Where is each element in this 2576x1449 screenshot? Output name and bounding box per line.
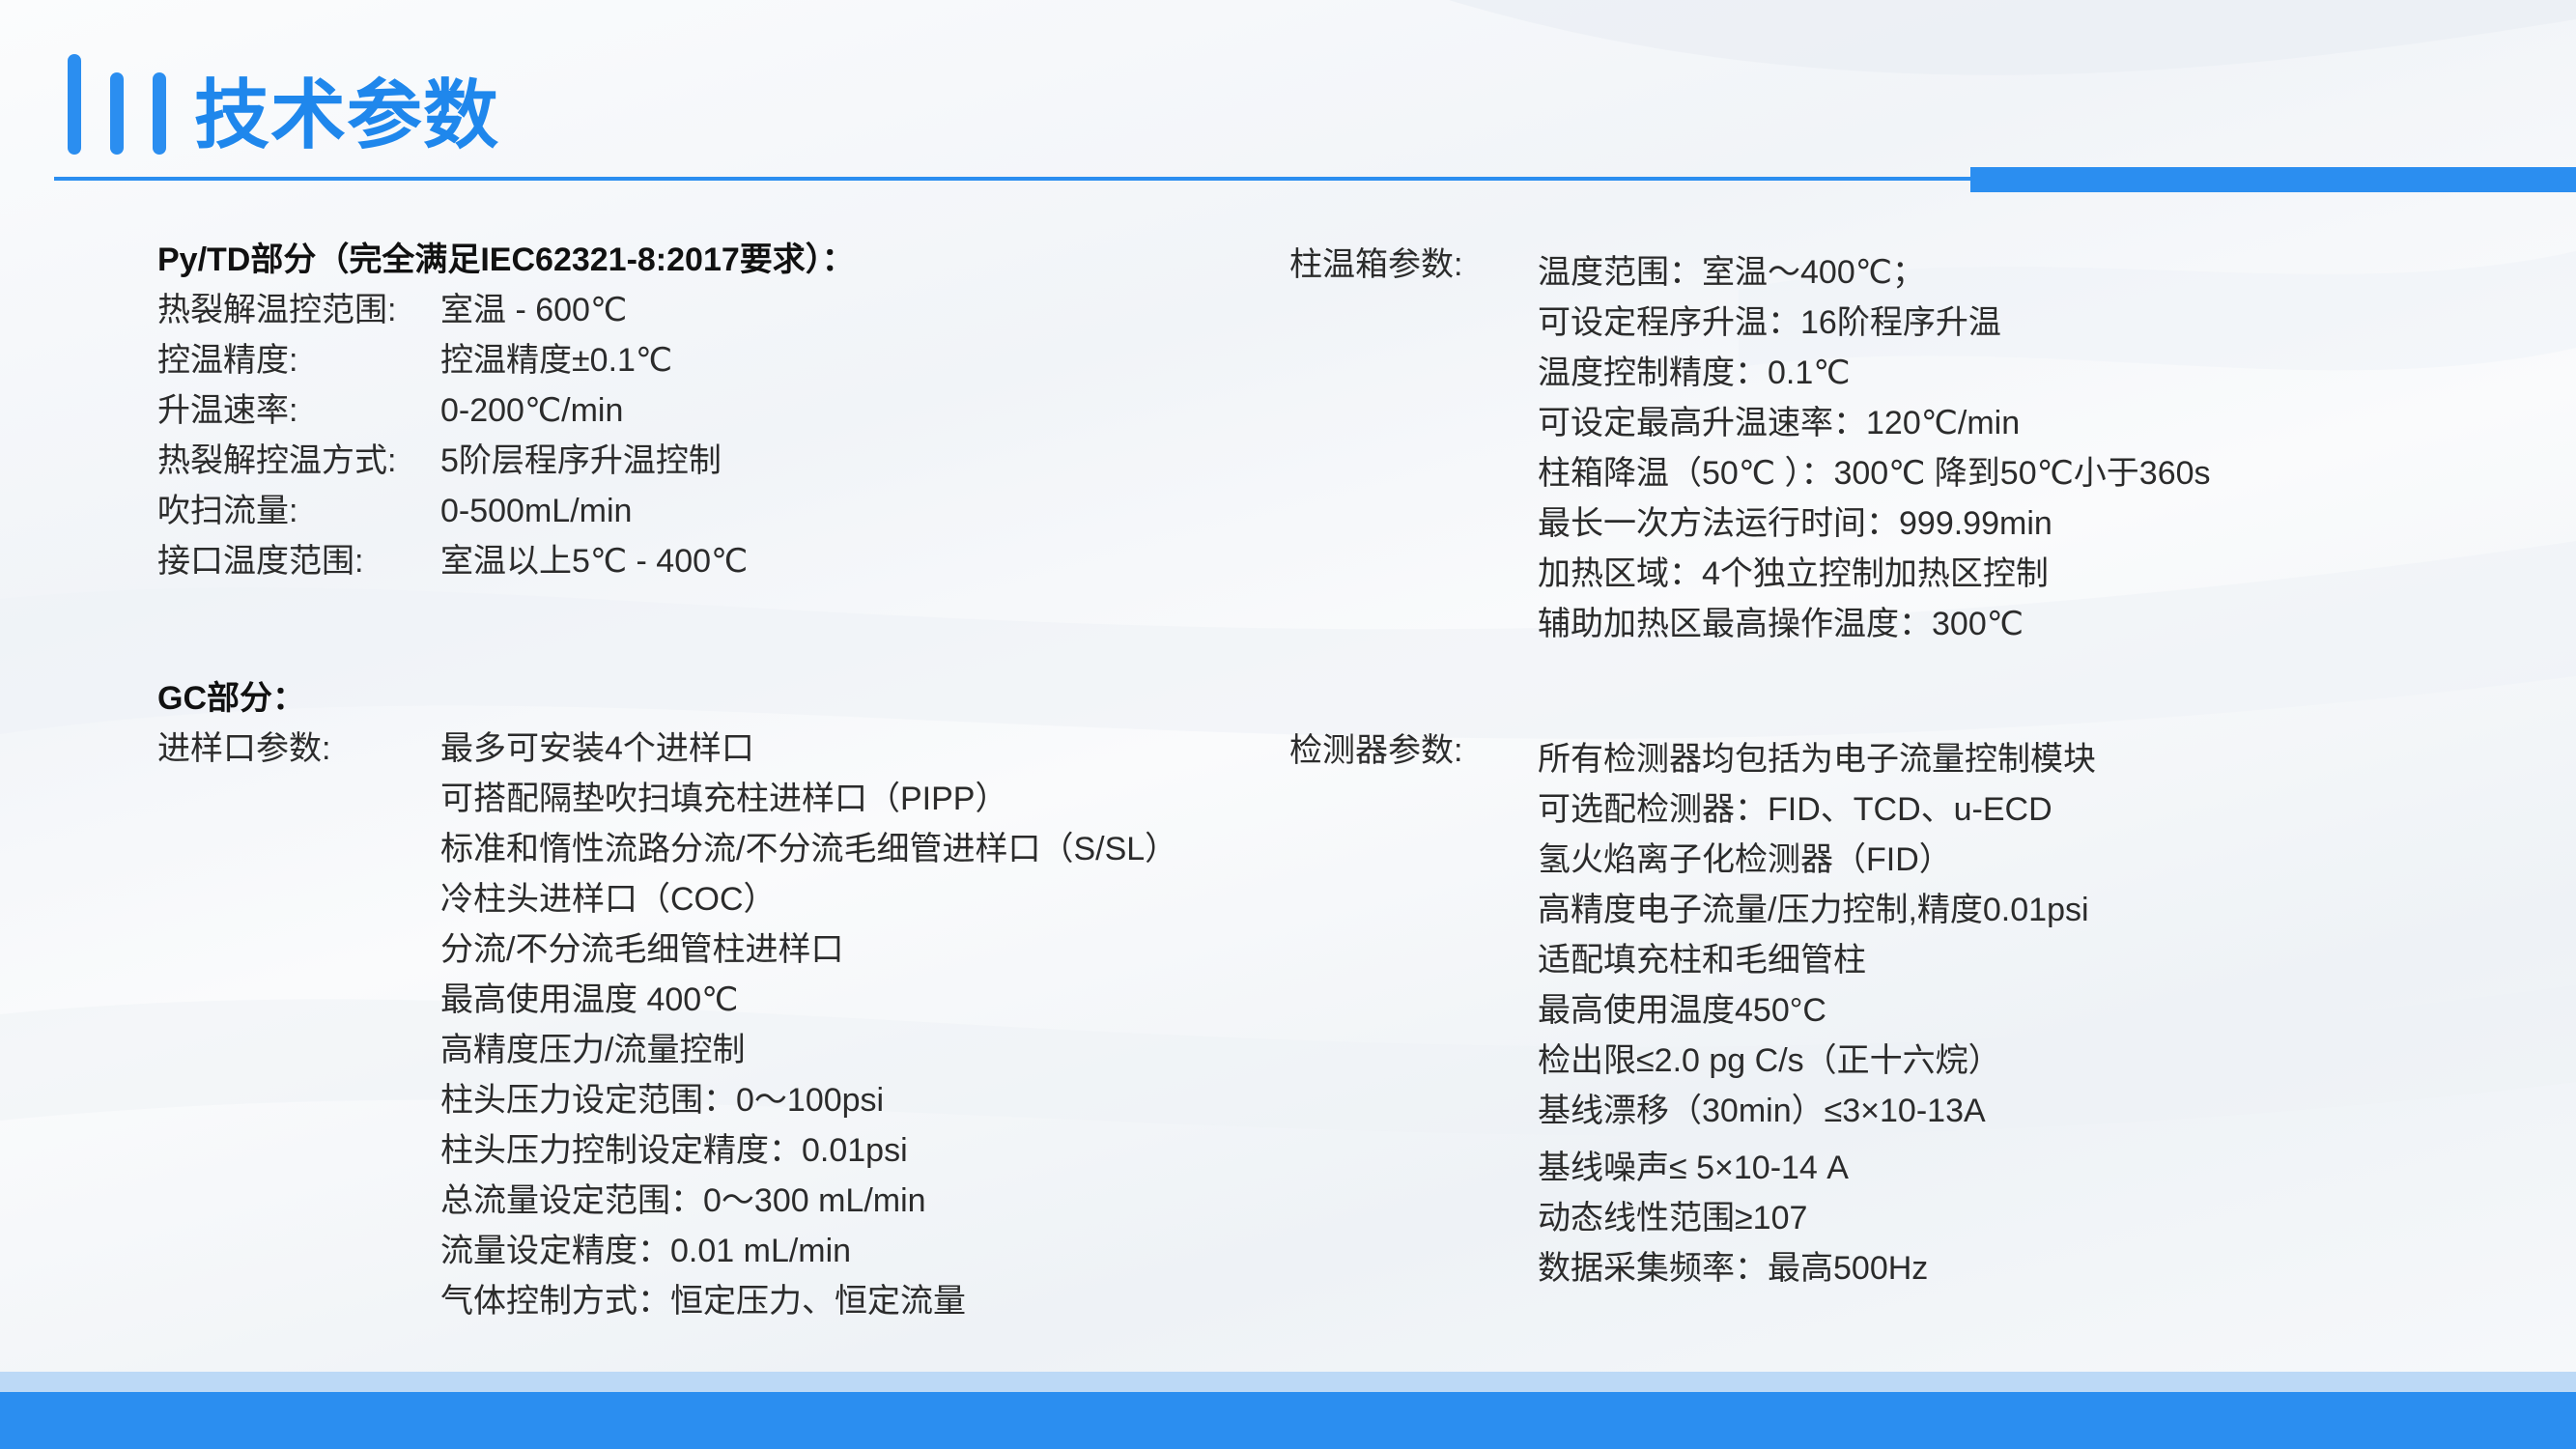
spec-label: 升温速率: <box>157 392 298 429</box>
title-divider-line <box>54 177 1971 181</box>
spec-row: 热裂解温控范围: 室温 - 600℃ <box>157 285 855 335</box>
detector-label: 检测器参数: <box>1289 732 1463 769</box>
spec-row: 热裂解控温方式: 5阶层程序升温控制 <box>157 436 855 486</box>
detector-value: 动态线性范围≥107 <box>1538 1200 1808 1236</box>
title-bar-icon-1 <box>68 54 81 155</box>
inlet-value: 可搭配隔垫吹扫填充柱进样口（PIPP） <box>440 781 1008 817</box>
oven-value: 加热区域：4个独立控制加热区控制 <box>1538 555 2049 592</box>
detector-value: 基线噪声≤ 5×10-14 A <box>1538 1150 1849 1186</box>
spec-label: 控温精度: <box>157 342 298 379</box>
pytd-heading: Py/TD部分（完全满足IEC62321-8:2017要求）： <box>157 242 855 278</box>
inlet-value: 冷柱头进样口（COC） <box>440 881 777 918</box>
oven-value: 温度控制精度：0.1℃ <box>1538 355 1851 391</box>
inlet-values: 最多可安装4个进样口 可搭配隔垫吹扫填充柱进样口（PIPP） 标准和惰性流路分流… <box>440 724 1177 1326</box>
oven-value: 可设定最高升温速率：120℃/min <box>1538 405 2021 441</box>
oven-value: 辅助加热区最高操作温度：300℃ <box>1538 606 2024 642</box>
inlet-value: 流量设定精度：0.01 mL/min <box>440 1233 852 1269</box>
spec-value: 5阶层程序升温控制 <box>440 442 722 479</box>
title-bar-icon-2 <box>110 72 124 155</box>
title-divider-accent <box>1970 167 2576 192</box>
detector-value: 基线漂移（30min）≤3×10-13A <box>1538 1093 1986 1129</box>
spec-label: 热裂解温控范围: <box>157 292 397 328</box>
oven-label: 柱温箱参数: <box>1289 246 1463 283</box>
detector-value: 氢火焰离子化检测器（FID） <box>1538 841 1952 878</box>
inlet-value: 标准和惰性流路分流/不分流毛细管进样口（S/SL） <box>440 831 1178 867</box>
spec-row: 升温速率: 0-200℃/min <box>157 385 855 436</box>
inlet-value: 总流量设定范围：0～300 mL/min <box>440 1182 926 1219</box>
spec-value: 室温 - 600℃ <box>440 292 628 328</box>
detector-value: 高精度电子流量/压力控制,精度0.01psi <box>1538 892 2089 928</box>
inlet-label: 进样口参数: <box>157 730 331 767</box>
spec-label: 吹扫流量: <box>157 493 298 529</box>
background-waves <box>0 0 2576 1136</box>
gc-heading: GC部分： <box>157 680 305 717</box>
detector-value: 所有检测器均包括为电子流量控制模块 <box>1538 741 2096 778</box>
inlet-value: 柱头压力控制设定精度：0.01psi <box>440 1132 908 1169</box>
inlet-value: 最高使用温度 400℃ <box>440 981 739 1018</box>
spec-value: 室温以上5℃ - 400℃ <box>440 543 749 580</box>
footer-band <box>0 1392 2576 1449</box>
title-bar-icon-3 <box>153 72 166 155</box>
spec-value: 0-500mL/min <box>440 493 633 529</box>
spec-row: 吹扫流量: 0-500mL/min <box>157 486 855 536</box>
slide-title: 技术参数 <box>194 72 500 157</box>
detector-value: 最高使用温度450°C <box>1538 992 1826 1029</box>
spec-label: 热裂解控温方式: <box>157 442 397 479</box>
footer-light-band <box>0 1372 2576 1392</box>
spec-row: 控温精度: 控温精度±0.1℃ <box>157 335 855 385</box>
spec-label: 接口温度范围: <box>157 543 364 580</box>
inlet-value: 最多可安装4个进样口 <box>440 730 754 767</box>
spec-value: 0-200℃/min <box>440 392 624 429</box>
pytd-section: Py/TD部分（完全满足IEC62321-8:2017要求）： 热裂解温控范围:… <box>157 235 855 586</box>
detector-value: 可选配检测器：FID、TCD、u-ECD <box>1538 791 2052 828</box>
detector-value: 数据采集频率：最高500Hz <box>1538 1250 1929 1287</box>
inlet-value: 分流/不分流毛细管柱进样口 <box>440 931 844 968</box>
oven-value: 可设定程序升温：16阶程序升温 <box>1538 304 2001 341</box>
oven-values: 温度范围：室温～400℃； 可设定程序升温：16阶程序升温 温度控制精度：0.1… <box>1538 247 2211 649</box>
detector-values: 所有检测器均包括为电子流量控制模块 可选配检测器：FID、TCD、u-ECD 氢… <box>1538 734 2096 1293</box>
inlet-value: 柱头压力设定范围：0～100psi <box>440 1082 885 1119</box>
spec-value: 控温精度±0.1℃ <box>440 342 673 379</box>
oven-value: 温度范围：室温～400℃； <box>1538 254 1925 291</box>
oven-value: 最长一次方法运行时间：999.99min <box>1538 505 2052 542</box>
inlet-value: 气体控制方式：恒定压力、恒定流量 <box>440 1283 966 1320</box>
detector-value: 检出限≤2.0 pg C/s（正十六烷） <box>1538 1042 2001 1079</box>
oven-value: 柱箱降温（50℃ ）：300℃ 降到50℃小于360s <box>1538 455 2211 492</box>
inlet-value: 高精度压力/流量控制 <box>440 1032 746 1068</box>
detector-value: 适配填充柱和毛细管柱 <box>1538 942 1866 979</box>
spec-row: 接口温度范围: 室温以上5℃ - 400℃ <box>157 536 855 586</box>
